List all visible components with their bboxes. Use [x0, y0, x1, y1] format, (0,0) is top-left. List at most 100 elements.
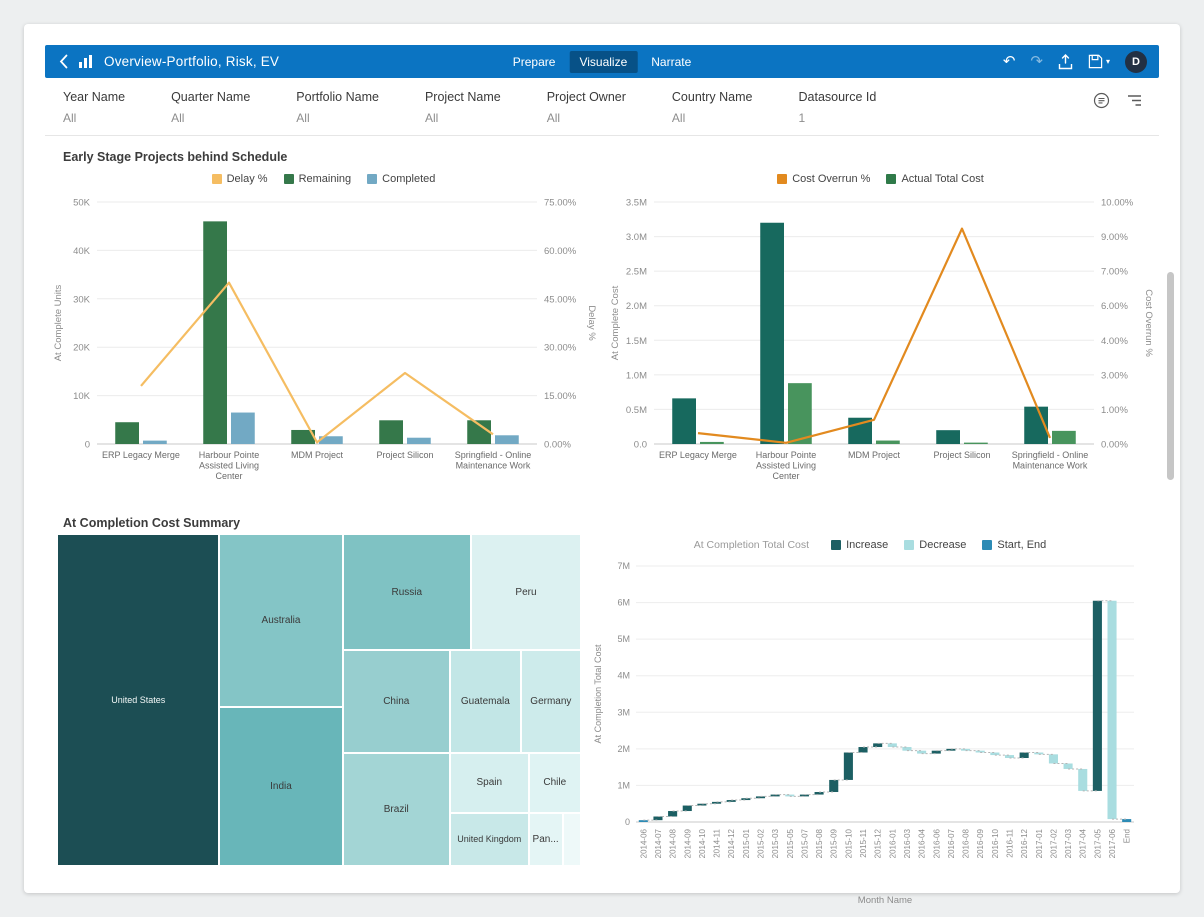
treemap-tile-united-kingdom[interactable]: United Kingdom: [450, 813, 529, 866]
legend-item-increase[interactable]: Increase: [831, 539, 888, 551]
line-delay[interactable]: [141, 283, 493, 443]
waterfall-bar[interactable]: [697, 804, 706, 806]
legend-item-completed[interactable]: Completed: [367, 173, 435, 185]
bar-at-complete-cost[interactable]: [936, 430, 960, 444]
legend-item-actual-total-cost[interactable]: Actual Total Cost: [886, 173, 983, 185]
svg-text:Harbour PointeAssisted LivingC: Harbour PointeAssisted LivingCenter: [198, 450, 259, 481]
filter-year-name[interactable]: Year NameAll: [63, 90, 125, 125]
filter-portfolio-name[interactable]: Portfolio NameAll: [296, 90, 379, 125]
limit-values-icon[interactable]: [1093, 92, 1110, 109]
waterfall-bar[interactable]: [829, 780, 838, 792]
bar-completed[interactable]: [495, 435, 519, 444]
svg-text:ERP Legacy Merge: ERP Legacy Merge: [102, 450, 180, 460]
treemap-tile-blank[interactable]: [563, 813, 581, 866]
legend-label: Increase: [846, 539, 888, 551]
waterfall-bar[interactable]: [1122, 819, 1131, 822]
waterfall-bar[interactable]: [1093, 601, 1102, 791]
filter-label: Country Name: [672, 90, 753, 104]
country-treemap[interactable]: United StatesAustraliaIndiaRussiaPeruChi…: [57, 534, 581, 866]
treemap-tile-peru[interactable]: Peru: [471, 534, 581, 650]
tab-narrate[interactable]: Narrate: [641, 51, 701, 73]
filter-country-name[interactable]: Country NameAll: [672, 90, 753, 125]
waterfall-bar[interactable]: [727, 800, 736, 802]
redo-icon[interactable]: ↷: [1030, 54, 1043, 69]
bar-remaining[interactable]: [115, 422, 139, 444]
bar-actual-total-cost[interactable]: [964, 443, 988, 444]
cost-summary-row: United StatesAustraliaIndiaRussiaPeruChi…: [45, 534, 1159, 908]
cost-combo-chart[interactable]: Cost Overrun % Actual Total Cost 0.00.00%…: [602, 168, 1159, 502]
cost-combo-svg[interactable]: 0.00.00%0.5M1.00%1.0M3.00%1.5M4.00%2.0M6…: [606, 190, 1156, 502]
bar-remaining[interactable]: [203, 221, 227, 444]
bar-completed[interactable]: [231, 413, 255, 444]
treemap-tile-brazil[interactable]: Brazil: [343, 753, 450, 866]
bar-remaining[interactable]: [379, 420, 403, 444]
bar-actual-total-cost[interactable]: [700, 442, 724, 444]
treemap-tile-germany[interactable]: Germany: [521, 650, 581, 753]
legend-item-decrease[interactable]: Decrease: [904, 539, 966, 551]
bar-completed[interactable]: [143, 441, 167, 444]
line-cost-overrun[interactable]: [698, 229, 1050, 443]
waterfall-plot[interactable]: 01M2M3M4M5M6M7M2014-062014-072014-082014…: [590, 556, 1150, 908]
filter-quarter-name[interactable]: Quarter NameAll: [171, 90, 250, 125]
tab-prepare[interactable]: Prepare: [503, 51, 566, 73]
waterfall-bar[interactable]: [1049, 754, 1058, 763]
treemap-tile-russia[interactable]: Russia: [343, 534, 471, 650]
bar-completed[interactable]: [407, 438, 431, 444]
delay-combo-plot[interactable]: 00.00%10K15.00%20K30.00%30K45.00%40K60.0…: [49, 190, 599, 502]
cost-waterfall-chart[interactable]: At Completion Total CostIncreaseDecrease…: [581, 534, 1159, 908]
legend-label: Remaining: [299, 173, 352, 185]
treemap-tile-spain[interactable]: Spain: [450, 753, 529, 813]
waterfall-bar[interactable]: [1078, 769, 1087, 791]
treemap-tile-chile[interactable]: Chile: [529, 753, 581, 813]
svg-text:0.00%: 0.00%: [1101, 440, 1128, 451]
undo-icon[interactable]: ↶: [1003, 54, 1016, 69]
waterfall-bar[interactable]: [653, 817, 662, 821]
legend-item-cost-overrun[interactable]: Cost Overrun %: [777, 173, 870, 185]
waterfall-bar[interactable]: [800, 795, 809, 797]
waterfall-bar[interactable]: [1107, 601, 1116, 819]
treemap-tile-united-states[interactable]: United States: [57, 534, 219, 866]
waterfall-bar[interactable]: [917, 751, 926, 754]
save-button[interactable]: ▾: [1088, 54, 1110, 69]
delay-combo-svg[interactable]: 00.00%10K15.00%20K30.00%30K45.00%40K60.0…: [49, 190, 599, 502]
filter-project-owner[interactable]: Project OwnerAll: [547, 90, 626, 125]
waterfall-bar[interactable]: [888, 743, 897, 747]
waterfall-bar[interactable]: [1020, 753, 1029, 758]
header-actions: ↶ ↷ ▾ D: [1003, 51, 1147, 73]
waterfall-bar[interactable]: [683, 806, 692, 811]
back-button[interactable]: [57, 54, 78, 69]
delay-combo-chart[interactable]: Delay % Remaining Completed 00.00%10K15.00…: [45, 168, 602, 502]
bar-actual-total-cost[interactable]: [1052, 431, 1076, 444]
waterfall-bar[interactable]: [668, 811, 677, 816]
treemap-tile-india[interactable]: India: [219, 707, 342, 866]
menu-icon[interactable]: [1126, 92, 1143, 109]
scrollbar[interactable]: [1167, 272, 1174, 480]
treemap-tile-pan[interactable]: Pan...: [529, 813, 563, 866]
bar-at-complete-cost[interactable]: [760, 223, 784, 444]
bar-at-complete-cost[interactable]: [672, 398, 696, 444]
legend-item-remaining[interactable]: Remaining: [284, 173, 352, 185]
waterfall-bar[interactable]: [771, 795, 780, 797]
export-icon[interactable]: [1058, 54, 1073, 70]
svg-text:At Complete Units: At Complete Units: [53, 284, 64, 361]
legend-label: Delay %: [227, 173, 268, 185]
waterfall-bar[interactable]: [873, 743, 882, 747]
filter-project-name[interactable]: Project NameAll: [425, 90, 501, 125]
waterfall-bar[interactable]: [902, 747, 911, 751]
waterfall-bar[interactable]: [1064, 763, 1073, 768]
cost-combo-plot[interactable]: 0.00.00%0.5M1.00%1.0M3.00%1.5M4.00%2.0M6…: [606, 190, 1156, 502]
treemap-tile-china[interactable]: China: [343, 650, 450, 753]
tab-visualize[interactable]: Visualize: [569, 51, 637, 73]
svg-text:2015-12: 2015-12: [874, 828, 883, 858]
filter-datasource-id[interactable]: Datasource Id1: [799, 90, 877, 125]
treemap-tile-guatemala[interactable]: Guatemala: [450, 650, 521, 753]
waterfall-bar[interactable]: [844, 753, 853, 780]
bar-actual-total-cost[interactable]: [876, 441, 900, 444]
legend-item-delay[interactable]: Delay %: [212, 173, 268, 185]
cost-waterfall-svg[interactable]: 01M2M3M4M5M6M7M2014-062014-072014-082014…: [590, 556, 1150, 908]
legend-item-start-end[interactable]: Start, End: [982, 539, 1046, 551]
treemap-tile-australia[interactable]: Australia: [219, 534, 342, 707]
bar-actual-total-cost[interactable]: [788, 383, 812, 444]
waterfall-bar[interactable]: [858, 747, 867, 752]
avatar[interactable]: D: [1125, 51, 1147, 73]
